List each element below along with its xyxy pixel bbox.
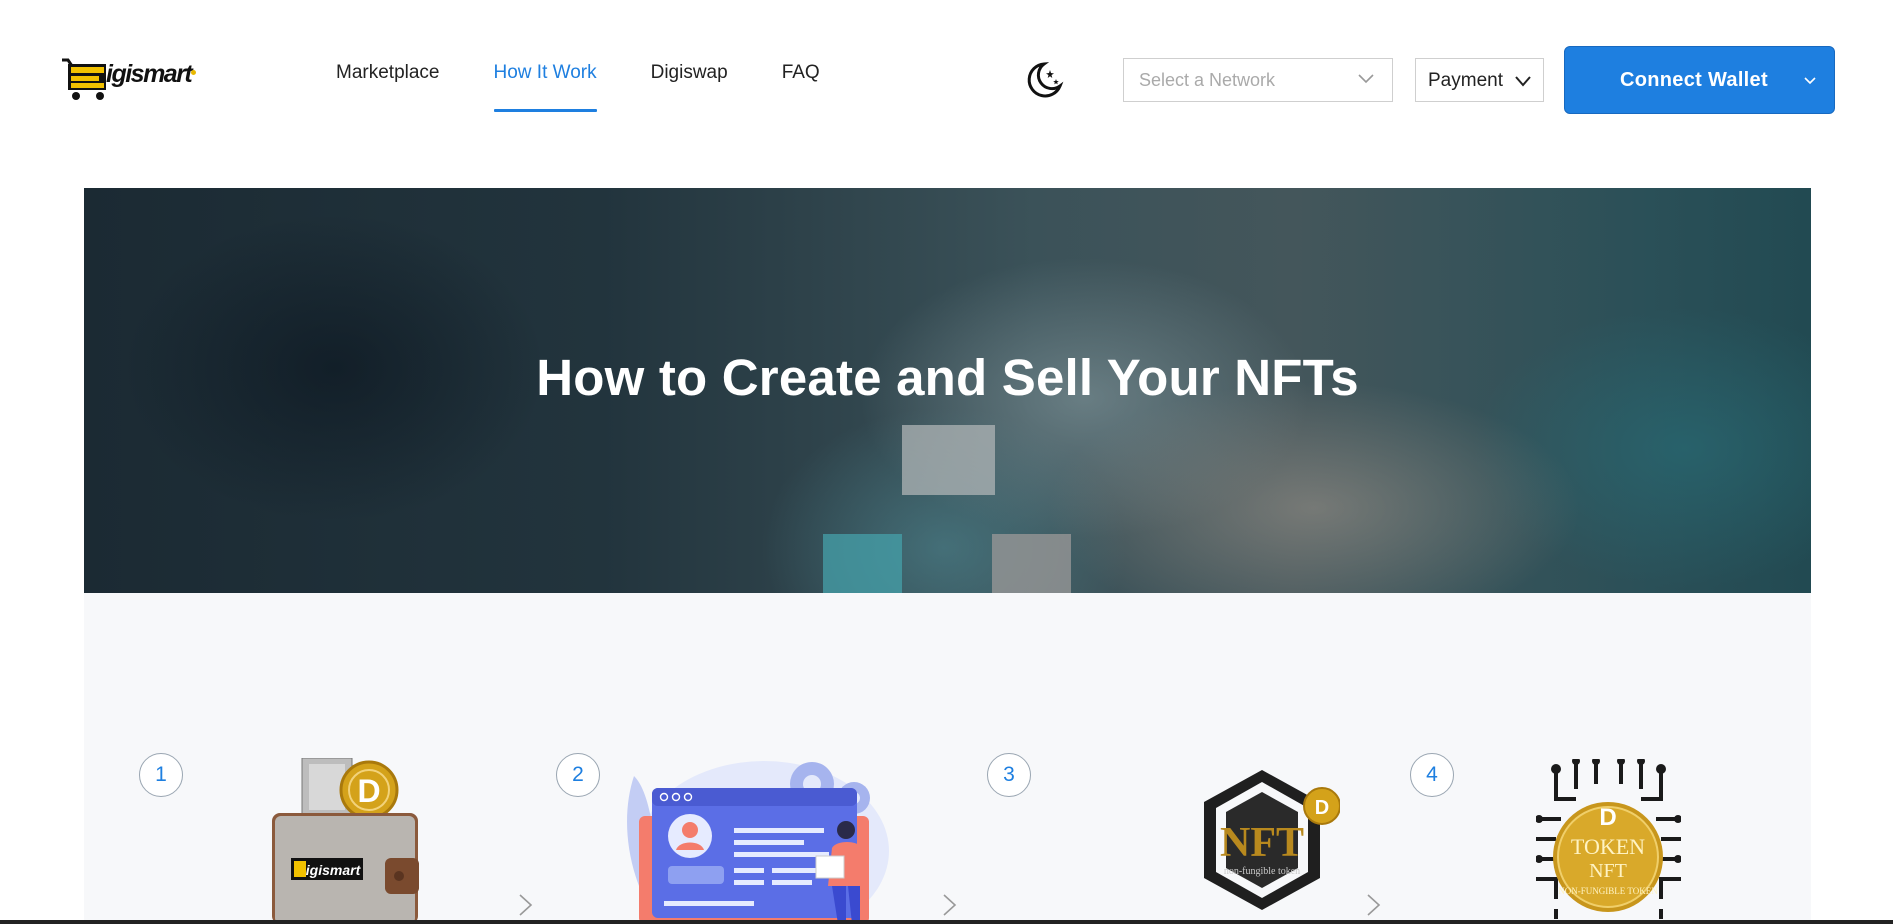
- svg-text:NFT: NFT: [1589, 860, 1627, 882]
- hero-decor-square: [992, 534, 1071, 593]
- nft-hexagon-image: NFT non-fungible token D: [1204, 770, 1340, 910]
- logo-dot: [191, 70, 196, 75]
- main-nav: Marketplace How It Work Digiswap FAQ: [336, 62, 874, 112]
- chevron-right-icon: [943, 894, 957, 916]
- step-number: 4: [1410, 753, 1454, 797]
- moon-stars-icon: [1027, 62, 1064, 98]
- svg-text:TOKEN: TOKEN: [1571, 834, 1645, 859]
- chevron-right-icon: [519, 894, 533, 916]
- payment-select-value: Payment: [1428, 70, 1503, 91]
- theme-toggle-button[interactable]: [1024, 60, 1064, 100]
- hero-banner: How to Create and Sell Your NFTs: [84, 188, 1811, 593]
- chevron-right-icon: [1367, 894, 1381, 916]
- svg-text:D: D: [1599, 804, 1616, 831]
- chevron-down-icon[interactable]: [1804, 77, 1816, 85]
- step-number: 2: [556, 753, 600, 797]
- wallet-image: D igismart: [272, 758, 419, 924]
- token-nft-coin-image: D TOKEN NFT NON-FUNGIBLE TOKEN: [1536, 759, 1681, 919]
- step-number: 3: [987, 753, 1031, 797]
- hero-decor-square: [902, 425, 995, 495]
- chevron-down-icon: [1358, 74, 1374, 84]
- network-select[interactable]: Select a Network: [1123, 58, 1393, 102]
- window-bottom-edge: [0, 920, 1893, 924]
- creator-dashboard-image: [627, 761, 889, 924]
- top-header: igismart Marketplace How It Work Digiswa…: [0, 0, 1893, 160]
- nav-digiswap[interactable]: Digiswap: [651, 62, 728, 112]
- svg-text:NON-FUNGIBLE TOKEN: NON-FUNGIBLE TOKEN: [1558, 886, 1658, 896]
- logo-text: igismart: [106, 60, 193, 88]
- svg-text:D: D: [357, 773, 380, 809]
- hero-decor-square: [823, 534, 902, 593]
- payment-select[interactable]: Payment: [1415, 58, 1544, 102]
- hero-title: How to Create and Sell Your NFTs: [536, 349, 1359, 406]
- svg-text:igismart: igismart: [306, 862, 362, 878]
- network-select-placeholder: Select a Network: [1139, 70, 1276, 90]
- steps-section: 1 D igismart 2 3 NFT non-fungible token …: [84, 593, 1811, 924]
- site-logo[interactable]: igismart: [60, 46, 200, 106]
- nav-marketplace[interactable]: Marketplace: [336, 62, 440, 112]
- step-number: 1: [139, 753, 183, 797]
- svg-text:non-fungible token: non-fungible token: [1224, 866, 1300, 877]
- chevron-down-icon: [1515, 76, 1531, 87]
- svg-text:D: D: [1315, 797, 1329, 819]
- svg-text:NFT: NFT: [1220, 820, 1304, 866]
- connect-wallet-label: Connect Wallet: [1620, 69, 1768, 91]
- nav-faq[interactable]: FAQ: [782, 62, 820, 112]
- connect-wallet-button[interactable]: Connect Wallet: [1564, 46, 1835, 114]
- nav-how-it-work[interactable]: How It Work: [493, 62, 597, 112]
